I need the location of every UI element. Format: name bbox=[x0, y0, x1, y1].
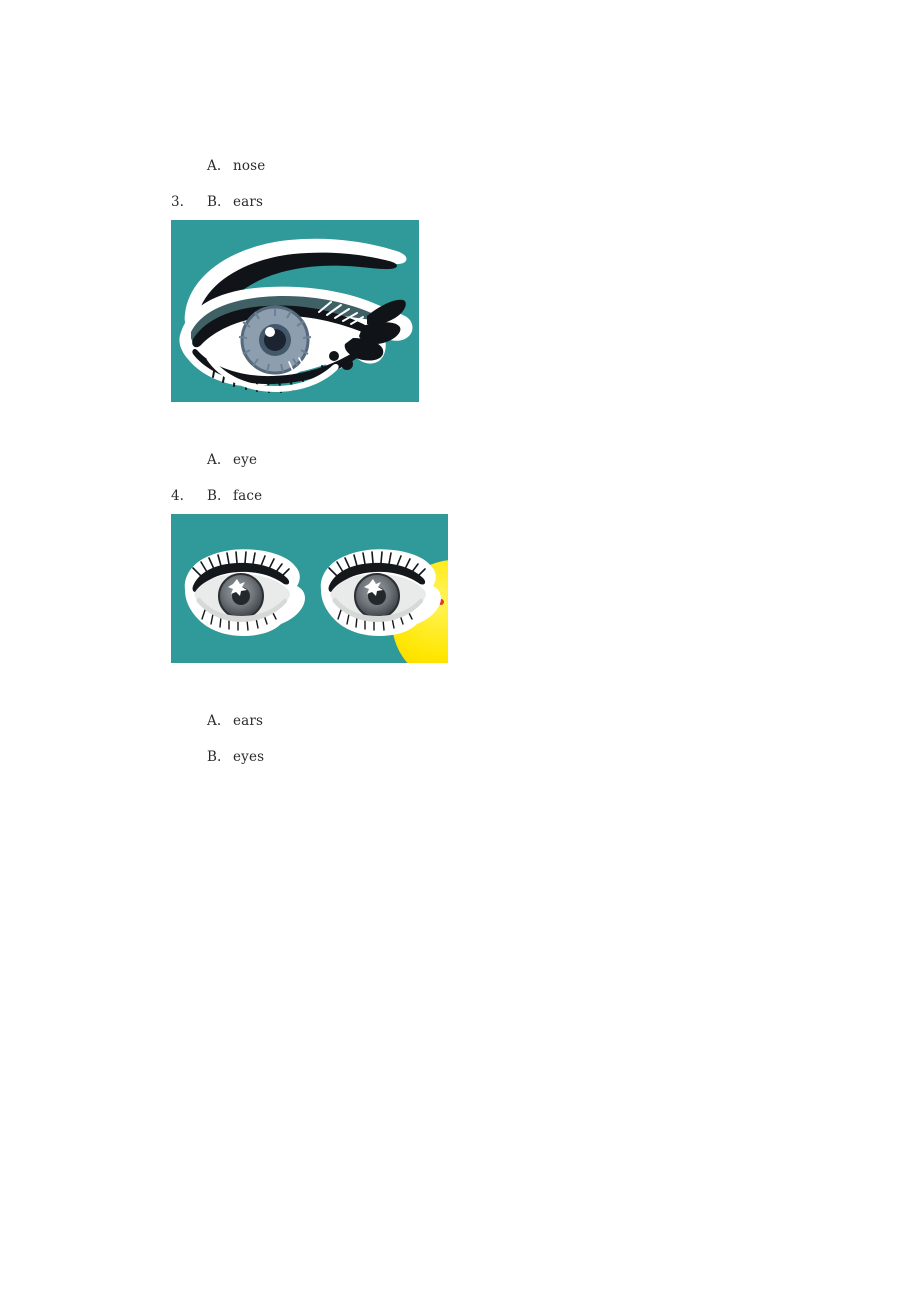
stylized-eye-illustration bbox=[171, 220, 419, 402]
option-row[interactable]: A. eye bbox=[171, 406, 771, 468]
option-row[interactable]: A. nose bbox=[171, 112, 771, 174]
option-marker: B. bbox=[206, 488, 222, 504]
option-label: eyes bbox=[232, 749, 265, 765]
option-row[interactable]: A. ears bbox=[171, 667, 771, 729]
question-block-q2-tail: A. nose B. ears bbox=[171, 112, 771, 210]
option-marker: A. bbox=[206, 158, 222, 174]
option-marker: A. bbox=[206, 713, 222, 729]
option-label: face bbox=[232, 488, 263, 504]
option-marker: B. bbox=[206, 749, 222, 765]
option-label: nose bbox=[232, 158, 266, 174]
option-label: eye bbox=[232, 452, 258, 468]
lash-dot-1 bbox=[341, 358, 353, 370]
question-block-q4: 4. A. ears B. eyes bbox=[171, 478, 771, 765]
option-row[interactable]: B. face bbox=[171, 442, 771, 504]
eye-highlight bbox=[265, 327, 275, 337]
option-marker: A. bbox=[206, 452, 222, 468]
worksheet-content: A. nose B. ears 3. A. eye B. face 4. A. … bbox=[171, 112, 771, 765]
option-label: ears bbox=[232, 713, 264, 729]
option-label: ears bbox=[232, 194, 264, 210]
option-marker: B. bbox=[206, 194, 222, 210]
lash-dot-2 bbox=[329, 351, 339, 361]
pair-of-eyes-photo bbox=[171, 514, 448, 663]
pair-of-eyes-svg bbox=[171, 514, 448, 663]
stylized-eye-svg bbox=[171, 220, 419, 402]
worksheet-page: A. nose B. ears 3. A. eye B. face 4. A. … bbox=[0, 0, 920, 1302]
question-block-q3: 3. A. eye B. face bbox=[171, 184, 771, 504]
